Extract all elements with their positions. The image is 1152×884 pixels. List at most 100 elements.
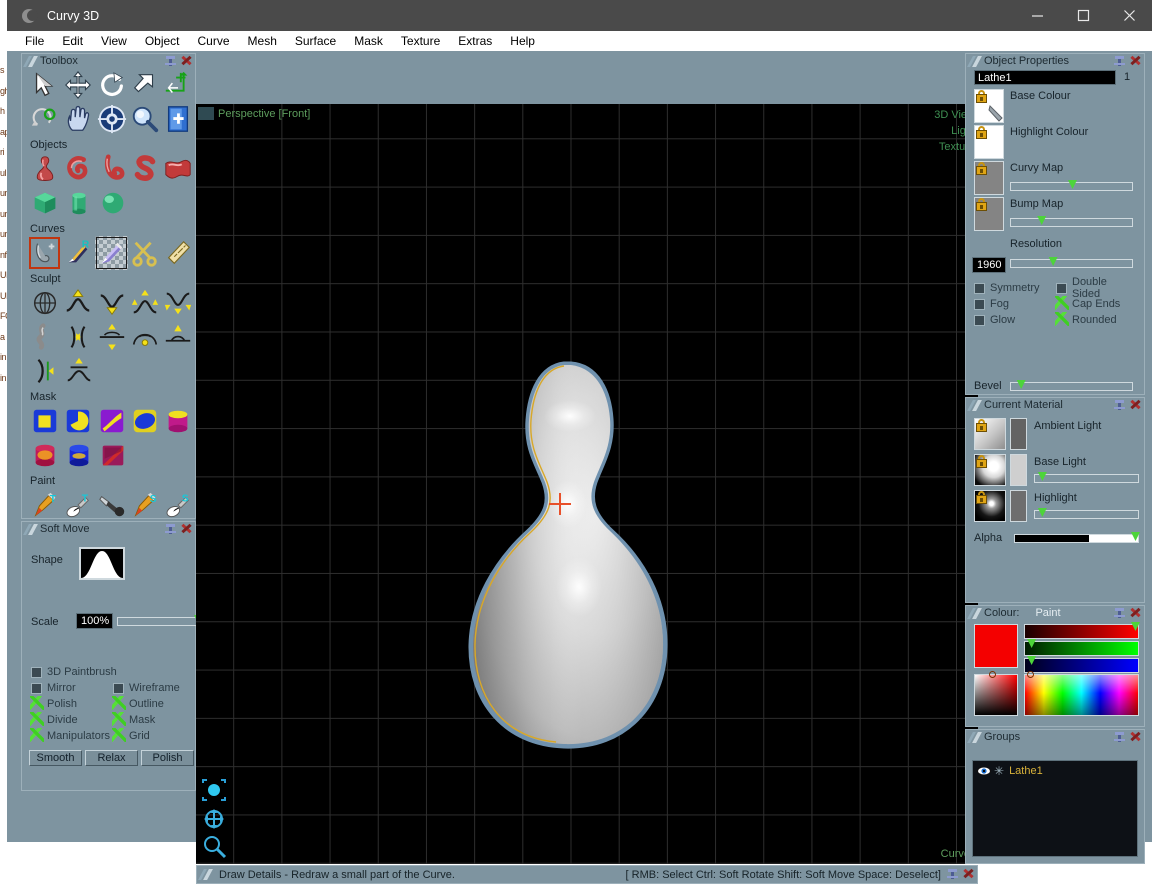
redraw-curve-icon[interactable]: R — [61, 236, 94, 270]
draw-curve-icon[interactable] — [94, 236, 129, 270]
highlight-swatch[interactable] — [1010, 490, 1027, 522]
lower-icon[interactable] — [95, 286, 128, 320]
lathe-object-icon[interactable] — [28, 152, 61, 186]
menu-item-curve[interactable]: Curve — [189, 34, 239, 48]
pin-icon[interactable] — [1113, 730, 1126, 743]
checkbox-polish[interactable]: Polish — [30, 695, 113, 710]
blue-channel-slider[interactable] — [1024, 656, 1139, 673]
flatten-icon[interactable] — [95, 320, 128, 354]
close-panel-icon[interactable] — [180, 522, 193, 535]
bump-icon[interactable] — [162, 320, 195, 354]
crease-icon[interactable] — [28, 354, 62, 388]
bump-map-swatch[interactable] — [974, 197, 1004, 231]
mask-cap-icon[interactable] — [162, 404, 195, 438]
bevel-slider[interactable] — [1010, 380, 1133, 391]
horn-object-icon[interactable] — [95, 152, 128, 186]
menu-item-view[interactable]: View — [92, 34, 136, 48]
model-lathe1[interactable] — [196, 104, 978, 864]
close-panel-icon[interactable] — [962, 867, 975, 880]
pin-icon[interactable] — [164, 522, 177, 535]
pin-icon[interactable] — [164, 54, 177, 67]
checkbox-grid[interactable]: Grid — [112, 727, 195, 742]
curvy-map-swatch[interactable] — [974, 161, 1004, 195]
lock-icon[interactable] — [976, 198, 987, 211]
alpha-slider[interactable] — [1014, 532, 1140, 543]
pin-icon[interactable] — [1113, 606, 1126, 619]
rotate-icon[interactable] — [95, 68, 128, 102]
pin-icon[interactable] — [1113, 398, 1126, 411]
checkbox-outline[interactable]: Outline — [112, 695, 195, 710]
object-name-field[interactable]: Lathe1 — [974, 70, 1116, 85]
paint-smudge-s-icon[interactable]: S — [162, 488, 195, 522]
lock-icon[interactable] — [976, 162, 987, 175]
checkbox-3d-paintbrush[interactable]: 3D Paintbrush — [31, 666, 191, 678]
zoom-icon[interactable] — [199, 834, 229, 860]
cut-curve-icon[interactable] — [128, 236, 161, 270]
menu-item-object[interactable]: Object — [136, 34, 189, 48]
select-arrow-icon[interactable] — [28, 68, 61, 102]
checkbox-mirror[interactable]: Mirror — [31, 682, 113, 694]
checkbox-glow[interactable]: Glow — [974, 314, 1056, 326]
cube-primitive-icon[interactable] — [28, 186, 62, 220]
contract-icon[interactable] — [162, 286, 195, 320]
saturation-value-field[interactable] — [974, 671, 1018, 716]
twist-icon[interactable] — [28, 320, 61, 354]
checkbox-symmetry[interactable]: Symmetry — [974, 282, 1056, 294]
close-panel-icon[interactable] — [1129, 730, 1142, 743]
move-axis-icon[interactable] — [162, 68, 195, 102]
resolution-slider[interactable] — [1010, 257, 1133, 268]
bump-map-slider[interactable] — [1010, 216, 1133, 227]
close-panel-icon[interactable] — [180, 54, 193, 67]
checkbox-wireframe[interactable]: Wireframe — [113, 682, 195, 694]
mask-radial-icon[interactable] — [28, 438, 62, 472]
draw-details-icon[interactable] — [28, 236, 61, 270]
curvy-map-slider[interactable] — [1010, 180, 1133, 191]
checkbox-divide[interactable]: Divide — [30, 711, 113, 726]
sphere-primitive-icon[interactable] — [96, 186, 130, 220]
paint-eraser-icon[interactable] — [95, 488, 128, 522]
paint-brush-t-icon[interactable]: T — [28, 488, 61, 522]
pin-icon[interactable] — [1113, 54, 1126, 67]
group-item[interactable]: ✳ Lathe1 — [973, 761, 1137, 781]
highlight-preview[interactable] — [974, 490, 1006, 522]
scale-slider[interactable] — [117, 615, 203, 626]
menu-item-help[interactable]: Help — [501, 34, 544, 48]
select-node-icon[interactable] — [199, 778, 229, 804]
orbit-icon[interactable] — [28, 102, 61, 136]
mask-pie-icon[interactable] — [61, 404, 94, 438]
mask-gradient-icon[interactable] — [62, 438, 96, 472]
viewport-3d[interactable]: Perspective [Front] 3D View Light Texture — [196, 104, 978, 864]
minimize-icon[interactable] — [1014, 0, 1060, 31]
paint-smudge-t-icon[interactable]: T — [61, 488, 94, 522]
red-channel-slider[interactable] — [1024, 622, 1140, 639]
mask-blob-icon[interactable] — [128, 404, 161, 438]
new-view-icon[interactable] — [162, 102, 195, 136]
close-panel-icon[interactable] — [1129, 606, 1142, 619]
menu-item-mesh[interactable]: Mesh — [239, 34, 286, 48]
close-panel-icon[interactable] — [1129, 54, 1142, 67]
pinch-icon[interactable] — [61, 320, 94, 354]
mask-stripe-icon[interactable] — [95, 404, 128, 438]
zoom-magnifier-icon[interactable] — [128, 102, 161, 136]
target-icon[interactable] — [95, 102, 128, 136]
pan-hand-icon[interactable] — [61, 102, 94, 136]
ambient-light-preview[interactable] — [974, 418, 1006, 450]
menu-item-mask[interactable]: Mask — [345, 34, 392, 48]
resolution-value[interactable]: 1960 — [972, 257, 1006, 273]
spiral-object-icon[interactable] — [61, 152, 94, 186]
groups-list[interactable]: ✳ Lathe1 — [972, 760, 1138, 857]
close-panel-icon[interactable] — [1129, 398, 1142, 411]
soft-move-polish-button[interactable]: Polish — [141, 750, 194, 766]
menu-item-edit[interactable]: Edit — [53, 34, 92, 48]
close-icon[interactable] — [1106, 0, 1152, 31]
lock-icon[interactable] — [976, 455, 987, 468]
measure-curve-icon[interactable] — [162, 236, 195, 270]
raise-icon[interactable] — [61, 286, 94, 320]
checkbox-mask[interactable]: Mask — [112, 711, 195, 726]
base-light-swatch[interactable] — [1010, 454, 1027, 486]
inflate-sphere-icon[interactable] — [28, 286, 61, 320]
soft-move-relax-button[interactable]: Relax — [85, 750, 138, 766]
checkbox-manipulators[interactable]: Manipulators — [30, 727, 113, 742]
text-object-icon[interactable] — [128, 152, 161, 186]
lock-icon[interactable] — [976, 419, 987, 432]
